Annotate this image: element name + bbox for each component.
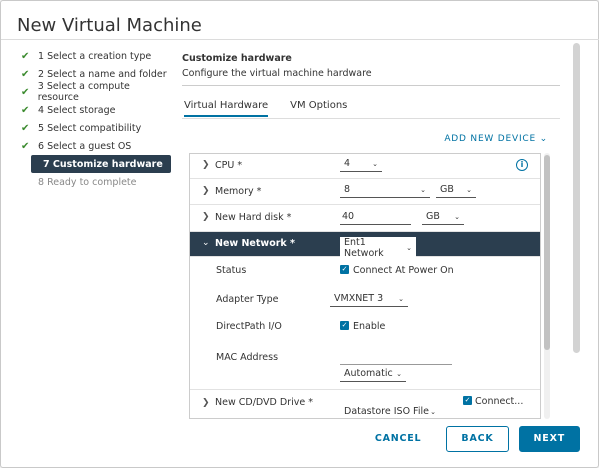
memory-unit-select[interactable]: GB ⌄ — [436, 184, 476, 198]
mac-address-input[interactable] — [340, 352, 452, 365]
grid-scrollbar[interactable] — [544, 153, 550, 419]
content-divider — [182, 85, 560, 86]
check-icon: ✔ — [21, 50, 30, 62]
chevron-down-icon: ⌄ — [372, 159, 378, 168]
check-icon: ✔ — [21, 68, 30, 80]
next-button[interactable]: NEXT — [518, 426, 580, 452]
chevron-right-icon[interactable]: ❯ — [202, 398, 210, 408]
cpu-row: ❯ CPU * 4 ⌄ i — [190, 154, 540, 179]
tab-vm-options[interactable]: VM Options — [290, 100, 347, 117]
directpath-row: DirectPath I/O ✓ Enable — [190, 313, 540, 340]
check-icon: ✔ — [21, 122, 30, 134]
cpu-label: CPU * — [215, 160, 243, 171]
title-divider — [1, 39, 599, 40]
step-label: 5 Select compatibility — [38, 122, 142, 134]
wizard-steps: ✔ 1 Select a creation type ✔ 2 Select a na… — [21, 47, 171, 191]
hard-disk-label: New Hard disk * — [215, 212, 292, 223]
back-button[interactable]: BACK — [446, 426, 509, 452]
network-value: Ent1 Network — [344, 237, 384, 259]
tab-virtual-hardware[interactable]: Virtual Hardware — [184, 100, 269, 117]
new-vm-dialog: New Virtual Machine ✔ 1 Select a creation… — [0, 0, 599, 468]
mac-mode-value: Automatic — [344, 368, 393, 379]
step-label: 4 Select storage — [38, 104, 116, 116]
content-subtitle: Configure the virtual machine hardware — [182, 68, 372, 79]
memory-value: 8 — [344, 184, 351, 195]
adapter-type-select[interactable]: VMXNET 3 ⌄ — [330, 293, 408, 307]
cd-dvd-connect-label: Connect... — [475, 396, 524, 407]
adapter-type-label: Adapter Type — [216, 294, 279, 305]
chevron-right-icon[interactable]: ❯ — [202, 160, 210, 170]
network-label: New Network * — [215, 238, 295, 249]
dialog-scrollbar[interactable] — [573, 43, 580, 353]
step-6[interactable]: ✔ 6 Select a guest OS — [21, 137, 171, 155]
grid-scrollbar-thumb[interactable] — [544, 155, 550, 350]
hardware-tabs: Virtual Hardware VM Options — [184, 100, 369, 117]
dialog-title: New Virtual Machine — [17, 15, 202, 36]
chevron-down-icon: ⌄ — [454, 212, 460, 221]
memory-unit: GB — [440, 184, 454, 195]
footer-buttons: CANCEL BACK NEXT — [350, 426, 580, 452]
chevron-down-icon: ⌄ — [466, 185, 472, 194]
check-icon: ✔ — [21, 140, 30, 152]
chevron-down-icon: ⌄ — [398, 294, 404, 303]
network-row: ⌄ New Network * Ent1 Network ⌄ — [190, 232, 540, 261]
cd-dvd-type-value: Datastore ISO File — [344, 406, 429, 417]
cd-dvd-label: New CD/DVD Drive * — [215, 397, 313, 408]
status-checkbox-label: Connect At Power On — [353, 265, 454, 276]
step-4[interactable]: ✔ 4 Select storage — [21, 101, 171, 119]
step-8: 8 Ready to complete — [21, 173, 171, 191]
status-checkbox[interactable]: ✓ — [340, 265, 349, 274]
step-label: 8 Ready to complete — [38, 176, 137, 188]
memory-row: ❯ Memory * 8 ⌄ GB ⌄ — [190, 179, 540, 205]
step-label: 7 Customize hardware — [43, 158, 163, 170]
status-row: Status ✓ Connect At Power On — [190, 257, 540, 286]
hard-disk-row: ❯ New Hard disk * 40 GB ⌄ — [190, 205, 540, 232]
cd-dvd-connect-checkbox[interactable]: ✓ — [463, 396, 472, 405]
chevron-down-icon: ⌄ — [396, 369, 402, 378]
chevron-right-icon[interactable]: ❯ — [202, 186, 210, 196]
chevron-down-icon: ⌄ — [430, 407, 436, 416]
content-title: Customize hardware — [182, 53, 292, 64]
hard-disk-unit: GB — [426, 211, 440, 222]
add-device-label: ADD NEW DEVICE — [444, 134, 536, 144]
info-icon[interactable]: i — [516, 159, 528, 171]
cd-dvd-type-select[interactable]: Datastore ISO File ⌄ — [340, 406, 440, 418]
step-label: 3 Select a compute resource — [37, 81, 130, 103]
add-new-device-button[interactable]: ADD NEW DEVICE ⌄ — [444, 134, 548, 144]
check-icon: ✔ — [21, 86, 30, 98]
cpu-value: 4 — [344, 158, 351, 169]
directpath-label: DirectPath I/O — [216, 321, 282, 332]
memory-input[interactable]: 8 ⌄ — [340, 184, 430, 198]
chevron-down-icon[interactable]: ⌄ — [202, 238, 210, 248]
cancel-button[interactable]: CANCEL — [360, 426, 437, 452]
step-label: 1 Select a creation type — [38, 50, 152, 62]
step-3[interactable]: ✔ 3 Select a compute resource — [21, 81, 171, 103]
status-label: Status — [216, 265, 247, 276]
directpath-checkbox-label: Enable — [353, 321, 386, 332]
chevron-down-icon: ⌄ — [420, 185, 426, 194]
mac-address-label: MAC Address — [216, 352, 279, 363]
directpath-checkbox[interactable]: ✓ — [340, 321, 349, 330]
chevron-down-icon: ⌄ — [539, 134, 548, 144]
mac-mode-select[interactable]: Automatic ⌄ — [340, 368, 406, 382]
tabs-divider — [182, 118, 560, 119]
chevron-down-icon: ⌄ — [406, 244, 412, 252]
chevron-right-icon[interactable]: ❯ — [202, 212, 210, 222]
adapter-type-row: Adapter Type VMXNET 3 ⌄ — [190, 286, 540, 313]
step-1[interactable]: ✔ 1 Select a creation type — [21, 47, 171, 65]
step-label: 6 Select a guest OS — [38, 140, 132, 152]
memory-label: Memory * — [215, 186, 262, 197]
step-label: 2 Select a name and folder — [38, 68, 167, 80]
mac-address-row: MAC Address Automatic ⌄ — [190, 340, 540, 390]
hard-disk-unit-select[interactable]: GB ⌄ — [422, 211, 464, 225]
adapter-type-value: VMXNET 3 — [334, 293, 384, 304]
check-icon: ✔ — [21, 104, 30, 116]
hardware-grid: ❯ CPU * 4 ⌄ i ❯ Memory * 8 ⌄ GB ⌄ ❯ New Har… — [189, 153, 541, 419]
step-7-active[interactable]: 7 Customize hardware — [31, 155, 171, 173]
cpu-select[interactable]: 4 ⌄ — [340, 158, 382, 172]
cd-dvd-row: ❯ New CD/DVD Drive * ✓ Connect... Datast… — [190, 390, 540, 418]
step-5[interactable]: ✔ 5 Select compatibility — [21, 119, 171, 137]
hard-disk-size-input[interactable]: 40 — [340, 211, 411, 225]
